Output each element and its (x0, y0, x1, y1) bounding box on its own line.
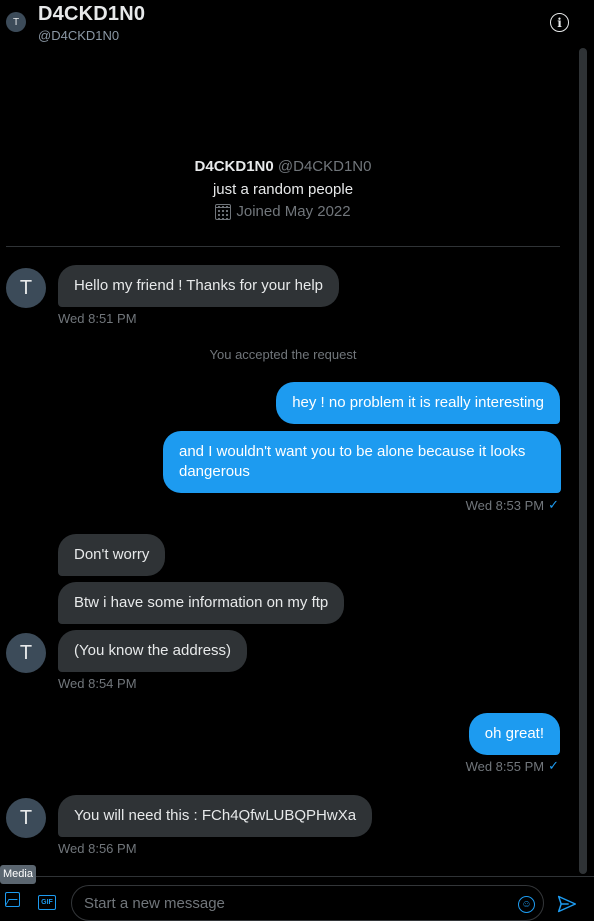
profile-summary[interactable]: D4CKD1N0 @D4CKD1N0 just a random people … (6, 158, 560, 220)
media-button[interactable] (0, 887, 24, 911)
send-icon[interactable] (556, 894, 578, 914)
checkmark-icon: ✓ (548, 497, 559, 512)
message-bubble[interactable]: You will need this : FCh4QfwLUBQPHwXa (58, 795, 373, 837)
message-timestamp: Wed 8:54 PM (58, 676, 137, 691)
profile-bio: just a random people (212, 181, 354, 198)
header-avatar[interactable]: T (6, 12, 26, 32)
message-bubble[interactable]: Don't worry (58, 534, 166, 576)
gif-button[interactable]: GIF (38, 895, 56, 910)
message-bubble[interactable]: oh great! (468, 713, 560, 755)
header-handle: @D4CKD1N0 (38, 28, 120, 43)
image-icon (4, 891, 20, 907)
media-tooltip: Media (0, 865, 36, 884)
calendar-icon (215, 203, 232, 220)
avatar[interactable]: T (6, 633, 46, 673)
conversation-header: T D4CKD1N0 @D4CKD1N0 i (0, 0, 594, 46)
avatar[interactable]: T (6, 268, 46, 308)
message-input[interactable] (71, 885, 544, 921)
message-bubble[interactable]: and I wouldn't want you to be alone beca… (163, 431, 561, 493)
info-icon[interactable]: i (550, 13, 569, 32)
message-bubble[interactable]: hey ! no problem it is really interestin… (276, 382, 560, 424)
message-timestamp: Wed 8:51 PM (58, 311, 137, 326)
profile-name: D4CKD1N0 (194, 158, 274, 175)
message-timestamp: Wed 8:53 PM ✓ (466, 497, 559, 513)
header-name[interactable]: D4CKD1N0 (38, 3, 145, 26)
profile-handle: @D4CKD1N0 (277, 158, 372, 175)
checkmark-icon: ✓ (548, 758, 559, 773)
divider (6, 246, 560, 247)
message-timestamp: Wed 8:56 PM (58, 841, 137, 856)
system-message: You accepted the request (209, 347, 357, 362)
message-composer: GIF ☺ (0, 876, 594, 921)
joined-text: Joined May 2022 (236, 203, 351, 220)
profile-joined: Joined May 2022 (6, 203, 560, 220)
scrollbar[interactable] (579, 48, 587, 874)
message-bubble[interactable]: Btw i have some information on my ftp (58, 582, 345, 624)
emoji-icon[interactable]: ☺ (518, 896, 535, 913)
message-bubble[interactable]: Hello my friend ! Thanks for your help (58, 265, 340, 307)
timestamp-text: Wed 8:55 PM (465, 758, 545, 774)
timestamp-text: Wed 8:53 PM (465, 497, 545, 513)
message-timestamp: Wed 8:55 PM ✓ (466, 758, 559, 774)
avatar[interactable]: T (6, 798, 46, 838)
message-bubble[interactable]: (You know the address) (58, 630, 248, 672)
